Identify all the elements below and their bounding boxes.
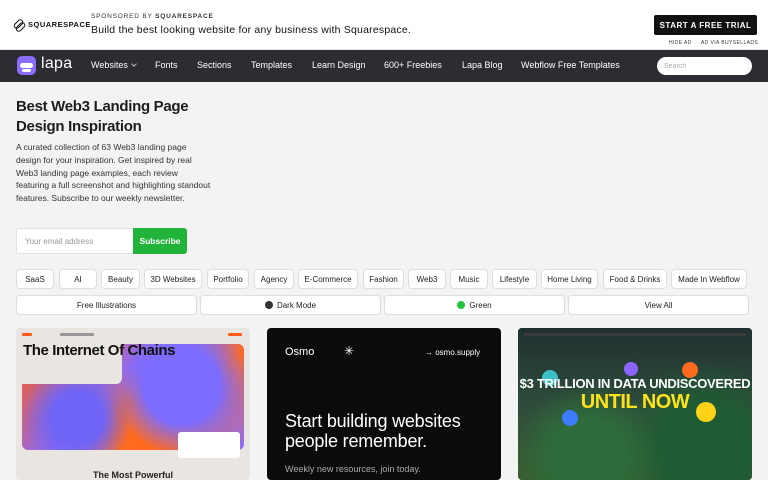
tag-web3[interactable]: Web3 (408, 269, 446, 289)
nav-item-lapa-blog[interactable]: Lapa Blog (462, 60, 503, 70)
tag-agency[interactable]: Agency (254, 269, 294, 289)
card-trillion-data[interactable]: $3 TRILLION IN DATA UNDISCOVERED UNTIL N… (518, 328, 752, 480)
tag-portfolio[interactable]: Portfolio (207, 269, 249, 289)
view-all-button[interactable]: View All (568, 295, 749, 315)
ad-headline[interactable]: Build the best looking website for any b… (91, 24, 411, 36)
tag-e-commerce[interactable]: E-Commerce (298, 269, 358, 289)
asterisk-icon: ✳ (344, 344, 355, 358)
thumb-topbar (524, 333, 746, 336)
lapa-logo-icon[interactable] (17, 56, 36, 75)
ad-via-link[interactable]: AD VIA BUYSELLADS (701, 40, 758, 46)
monster-icon (624, 362, 638, 376)
squarespace-icon (13, 19, 24, 30)
tag-beauty[interactable]: Beauty (101, 269, 140, 289)
card-subline: Weekly new resources, join today. (285, 464, 421, 474)
squarespace-logo: SQUARESPACE (13, 19, 91, 30)
sponsored-label: SPONSORED BY SQUARESPACE (91, 13, 214, 20)
osmo-link: → osmo.supply (425, 348, 481, 357)
filter-green[interactable]: Green (384, 295, 565, 315)
sponsor-banner[interactable]: SQUARESPACE SPONSORED BY SQUARESPACE Bui… (0, 0, 768, 50)
squarespace-wordmark: SQUARESPACE (28, 20, 91, 29)
search-input[interactable] (657, 57, 752, 75)
hide-ad-link[interactable]: HIDE AD (669, 40, 692, 46)
main-nav: lapa Websites Fonts Sections Templates L… (0, 50, 768, 82)
card-subline: The Most Powerful (92, 470, 173, 480)
card-subheadline: UNTIL NOW (580, 391, 690, 413)
subscribe-button[interactable]: Subscribe (133, 228, 187, 254)
email-field[interactable] (16, 228, 133, 254)
tag-food-drinks[interactable]: Food & Drinks (603, 269, 667, 289)
filter-free-illustrations[interactable]: Free Illustrations (16, 295, 197, 315)
dark-dot-icon (264, 301, 273, 309)
nav-item-websites[interactable]: Websites (91, 60, 137, 70)
osmo-brand: Osmo (285, 346, 315, 358)
page-description: A curated collection of 63 Web3 landing … (16, 142, 211, 204)
nav-item-sections[interactable]: Sections (197, 60, 232, 70)
card-headline: Start building websites people remember. (285, 411, 461, 451)
chevron-down-icon (131, 61, 137, 67)
tag-home-living[interactable]: Home Living (541, 269, 598, 289)
page-title: Best Web3 Landing Page Design Inspiratio… (16, 98, 189, 135)
card-headline: $3 TRILLION IN DATA UNDISCOVERED (519, 376, 751, 391)
nav-item-freebies[interactable]: 600+ Freebies (384, 60, 442, 70)
start-free-trial-button[interactable]: START A FREE TRIAL (654, 15, 757, 35)
card-internet-of-chains[interactable]: The Internet Of Chains The Most Powerful (16, 328, 250, 480)
tag-3d-websites[interactable]: 3D Websites (144, 269, 202, 289)
card-headline: The Internet Of Chains (23, 342, 176, 359)
thumb-info-box (178, 432, 240, 458)
tag-fashion[interactable]: Fashion (363, 269, 404, 289)
thumb-logo (22, 333, 32, 336)
lapa-logo-text[interactable]: lapa (41, 55, 72, 73)
thumb-nav (60, 333, 94, 336)
tag-ai[interactable]: AI (59, 269, 97, 289)
tag-made-in-webflow[interactable]: Made In Webflow (671, 269, 747, 289)
thumb-button (228, 333, 242, 336)
tag-music[interactable]: Music (450, 269, 488, 289)
nav-item-templates[interactable]: Templates (251, 60, 292, 70)
nav-item-learn-design[interactable]: Learn Design (312, 60, 366, 70)
filter-dark-mode[interactable]: Dark Mode (200, 295, 381, 315)
card-osmo[interactable]: Osmo ✳ → osmo.supply Start building webs… (267, 328, 501, 480)
nav-item-webflow-templates[interactable]: Webflow Free Templates (521, 60, 620, 70)
tag-saas[interactable]: SaaS (16, 269, 54, 289)
green-dot-icon (457, 301, 466, 309)
nav-item-fonts[interactable]: Fonts (155, 60, 178, 70)
tag-lifestyle[interactable]: Lifestyle (492, 269, 537, 289)
